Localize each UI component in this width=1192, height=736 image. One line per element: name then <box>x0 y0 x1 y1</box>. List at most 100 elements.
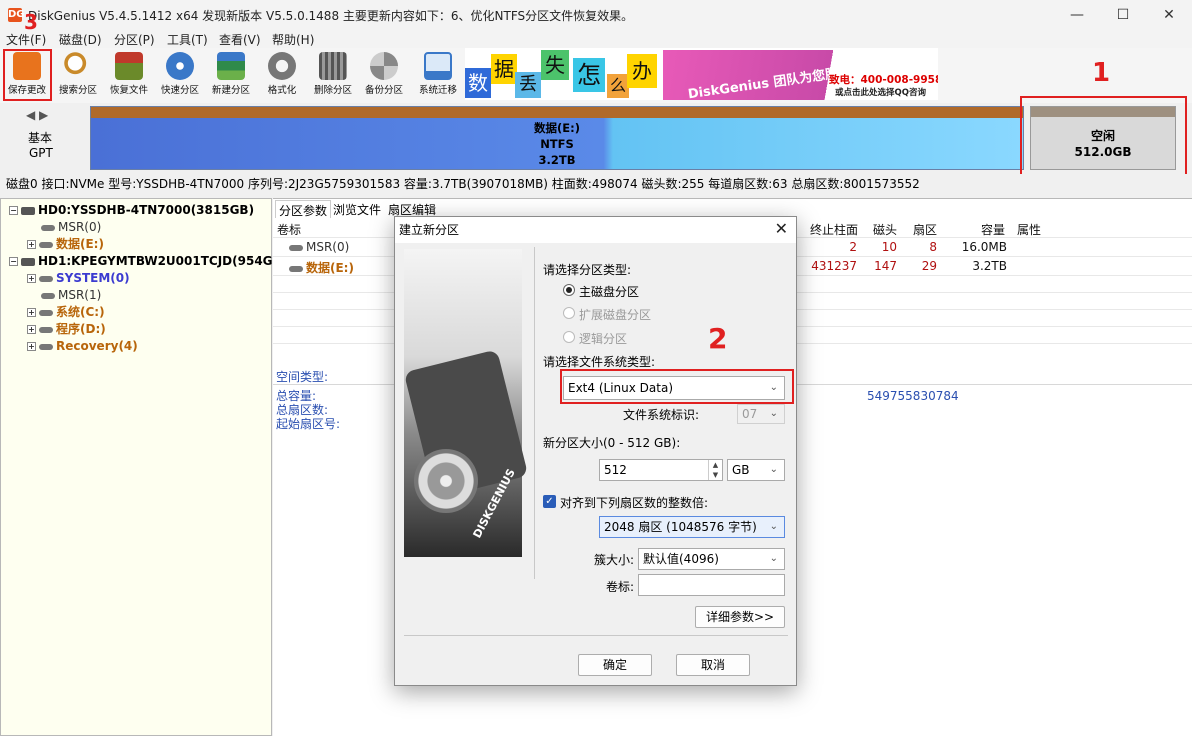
disk-platter-shape <box>414 449 478 513</box>
delete-partition-label: 删除分区 <box>313 85 352 96</box>
expand-icon[interactable]: + <box>27 240 36 249</box>
recover-files-button[interactable]: 恢复文件 <box>103 50 155 100</box>
tree-item-data-e[interactable]: + 数据(E:) <box>27 236 104 252</box>
chevron-down-icon: ⌄ <box>769 408 778 419</box>
table-row[interactable]: 数据(E:) <box>289 259 354 276</box>
layers-icon <box>217 52 245 80</box>
quick-partition-button[interactable]: 快速分区 <box>154 50 206 100</box>
magnifier-icon <box>64 52 92 80</box>
partition-icon <box>289 265 303 272</box>
partition-icon <box>41 224 55 231</box>
cancel-button[interactable]: 取消 <box>676 654 750 676</box>
close-window-button[interactable]: ✕ <box>1146 0 1192 30</box>
system-migrate-button[interactable]: 系统迁移 <box>412 50 464 100</box>
size-label: 新分区大小(0 - 512 GB): <box>543 436 681 450</box>
size-unit-select[interactable]: GB ⌄ <box>727 459 785 481</box>
dialog-close-icon[interactable]: ✕ <box>775 219 788 238</box>
banner-char-1: 数 <box>465 68 491 98</box>
cluster-size-select[interactable]: 默认值(4096) ⌄ <box>638 548 785 570</box>
banner-char-5: 怎 <box>573 58 605 92</box>
tree-item-c[interactable]: + 系统(C:) <box>27 304 105 320</box>
col-header-capacity[interactable]: 容量 <box>981 221 1005 238</box>
expand-icon[interactable]: + <box>27 325 36 334</box>
collapse-icon[interactable]: − <box>9 206 18 215</box>
tree-disk1[interactable]: − HD1:KPEGYMTBW2U001TCJD(954GB) <box>9 253 287 269</box>
expand-icon[interactable]: + <box>27 342 36 351</box>
cluster-size-value: 默认值(4096) <box>643 552 719 566</box>
partition-block-e[interactable]: 数据(E:) NTFS 3.2TB <box>90 106 1024 170</box>
nav-arrows-icon[interactable]: ◀ ▶ <box>26 108 48 122</box>
col-header-attr[interactable]: 属性 <box>1017 221 1041 238</box>
menu-partition[interactable]: 分区(P) <box>114 31 155 48</box>
menu-view[interactable]: 查看(V) <box>219 31 261 48</box>
tree-item-label: SYSTEM(0) <box>56 271 130 285</box>
partition-e-size: 3.2TB <box>538 153 576 167</box>
new-partition-label: 新建分区 <box>211 85 250 96</box>
system-migrate-label: 系统迁移 <box>418 85 457 96</box>
row-capacity: 16.0MB <box>961 240 1007 254</box>
col-header-sector[interactable]: 扇区 <box>913 221 937 238</box>
expand-icon[interactable]: + <box>27 274 36 283</box>
partition-icon <box>39 343 53 350</box>
collapse-icon[interactable]: − <box>9 257 18 266</box>
tab-browse-files[interactable]: 浏览文件 <box>330 200 384 219</box>
search-partition-button[interactable]: 搜索分区 <box>52 50 104 100</box>
partition-e-name: 数据(E:) <box>534 121 580 135</box>
col-header-end-cyl[interactable]: 终止柱面 <box>810 221 858 238</box>
dialog-vertical-divider <box>534 247 535 579</box>
disk-type-gpt: GPT <box>29 146 53 160</box>
align-select[interactable]: 2048 扇区 (1048576 字节) ⌄ <box>599 516 785 538</box>
ad-banner[interactable]: 数 据 丢 失 怎 么 办 DiskGenius 团队为您服务 致电：400-0… <box>465 48 938 100</box>
partition-icon <box>39 326 53 333</box>
tree-item-msr1[interactable]: MSR(1) <box>41 287 101 303</box>
expand-icon[interactable]: + <box>27 308 36 317</box>
tree-item-label: MSR(0) <box>58 220 102 234</box>
ok-button[interactable]: 确定 <box>578 654 652 676</box>
size-input[interactable]: 512 ▲ ▼ <box>599 459 723 481</box>
volume-label-input[interactable] <box>638 574 785 596</box>
col-header-label[interactable]: 卷标 <box>277 221 301 238</box>
radio-primary[interactable] <box>563 284 575 296</box>
menu-bar: 文件(F) 磁盘(D) 分区(P) 工具(T) 查看(V) 帮助(H) <box>0 30 1192 48</box>
banner-char-7: 办 <box>627 54 657 88</box>
detail-space-type: 空间类型: <box>276 370 329 384</box>
fs-id-label: 文件系统标识: <box>623 408 700 422</box>
detail-total-sectors: 总扇区数: <box>276 403 329 417</box>
col-header-head[interactable]: 磁头 <box>873 221 897 238</box>
disk-icon <box>21 206 35 215</box>
size-spinner-icon[interactable]: ▲ ▼ <box>708 460 722 480</box>
row-end-cyl: 431237 <box>811 259 857 273</box>
chevron-down-icon: ⌄ <box>769 553 778 564</box>
tree-disk0[interactable]: − HD0:YSSDHB-4TN7000(3815GB) <box>9 202 254 218</box>
table-row[interactable]: MSR(0) <box>289 240 349 254</box>
menu-tools[interactable]: 工具(T) <box>167 31 208 48</box>
recover-box-icon <box>115 52 143 80</box>
tree-item-recovery[interactable]: + Recovery(4) <box>27 338 138 354</box>
new-partition-button[interactable]: 新建分区 <box>205 50 257 100</box>
row-sector: 29 <box>921 259 937 273</box>
radio-extended-label: 扩展磁盘分区 <box>579 308 652 322</box>
disk-info-line: 磁盘0 接口:NVMe 型号:YSSDHB-4TN7000 序列号:2J23G5… <box>0 174 1192 196</box>
tree-item-system[interactable]: + SYSTEM(0) <box>27 270 130 286</box>
tab-partition-params[interactable]: 分区参数 <box>275 200 332 220</box>
align-checkbox[interactable]: ✓ <box>543 495 556 508</box>
tree-item-d[interactable]: + 程序(D:) <box>27 321 106 337</box>
menu-disk[interactable]: 磁盘(D) <box>59 31 102 48</box>
minimize-button[interactable]: — <box>1054 0 1100 30</box>
radio-logical <box>563 331 575 343</box>
advanced-params-button[interactable]: 详细参数>> <box>695 606 785 628</box>
delete-partition-button[interactable]: 删除分区 <box>307 50 359 100</box>
maximize-button[interactable]: ☐ <box>1100 0 1146 30</box>
highlight-box-fs <box>560 369 794 404</box>
radio-primary-label: 主磁盘分区 <box>579 285 640 299</box>
format-label: 格式化 <box>267 85 297 96</box>
tree-item-msr0[interactable]: MSR(0) <box>41 219 101 235</box>
menu-help[interactable]: 帮助(H) <box>272 31 314 48</box>
format-button[interactable]: 格式化 <box>256 50 308 100</box>
tree-item-label: 程序(D:) <box>56 322 106 336</box>
row-sector: 8 <box>929 240 937 254</box>
align-label: 对齐到下列扇区数的整数倍: <box>560 496 709 510</box>
annotation-2: 2 <box>708 322 728 355</box>
recover-files-label: 恢复文件 <box>109 85 148 96</box>
backup-partition-button[interactable]: 备份分区 <box>358 50 410 100</box>
